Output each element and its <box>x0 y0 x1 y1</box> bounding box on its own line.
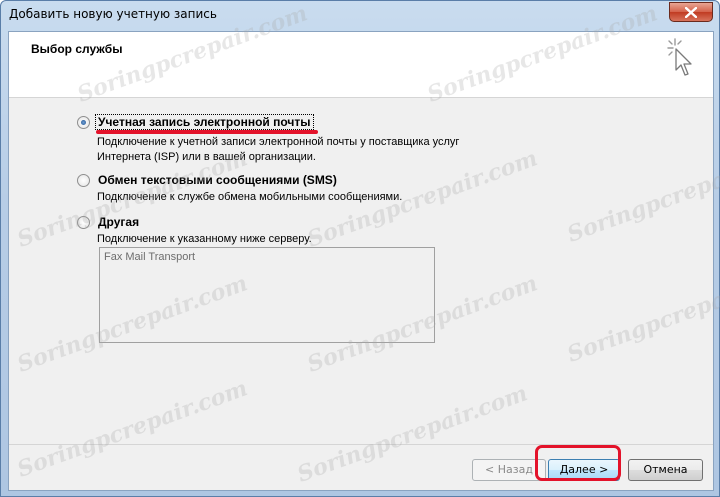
click-cursor-icon <box>667 38 692 76</box>
close-button[interactable] <box>669 2 713 22</box>
server-listbox[interactable]: Fax Mail Transport <box>99 247 435 343</box>
sms-option-description: Подключение к службе обмена мобильными с… <box>97 191 403 203</box>
option-email: Учетная запись электронной почты Подключ… <box>77 114 677 165</box>
option-other: Другая Подключение к указанному ниже сер… <box>77 214 677 247</box>
title-bar[interactable]: Добавить новую учетную запись <box>1 1 719 31</box>
wizard-header: Выбор службы <box>9 32 713 98</box>
email-option-label[interactable]: Учетная запись электронной почты <box>95 114 314 130</box>
annotation-underline <box>96 130 318 134</box>
email-radio[interactable] <box>77 115 90 129</box>
option-sms: Обмен текстовыми сообщениями (SMS) Подкл… <box>77 172 677 205</box>
list-item[interactable]: Fax Mail Transport <box>104 251 195 263</box>
other-option-label[interactable]: Другая <box>96 215 141 229</box>
radio-selected-dot <box>81 119 86 125</box>
service-options: Учетная запись электронной почты Подключ… <box>77 114 677 247</box>
page-title: Выбор службы <box>31 42 123 56</box>
other-radio[interactable] <box>77 215 90 229</box>
close-icon <box>685 6 697 18</box>
sms-option-label[interactable]: Обмен текстовыми сообщениями (SMS) <box>96 173 339 187</box>
cancel-button[interactable]: Отмена <box>628 459 703 481</box>
sms-radio[interactable] <box>77 173 90 187</box>
email-option-description: Подключение к учетной записи электронной… <box>97 136 460 163</box>
other-option-description: Подключение к указанному ниже серверу. <box>97 233 312 245</box>
dialog-window: Добавить новую учетную запись Выбор служ… <box>0 0 720 497</box>
window-title: Добавить новую учетную запись <box>9 7 217 21</box>
dialog-content: Выбор службы Учетная запись электронной … <box>8 31 714 491</box>
annotation-highlight-ring <box>535 445 621 481</box>
